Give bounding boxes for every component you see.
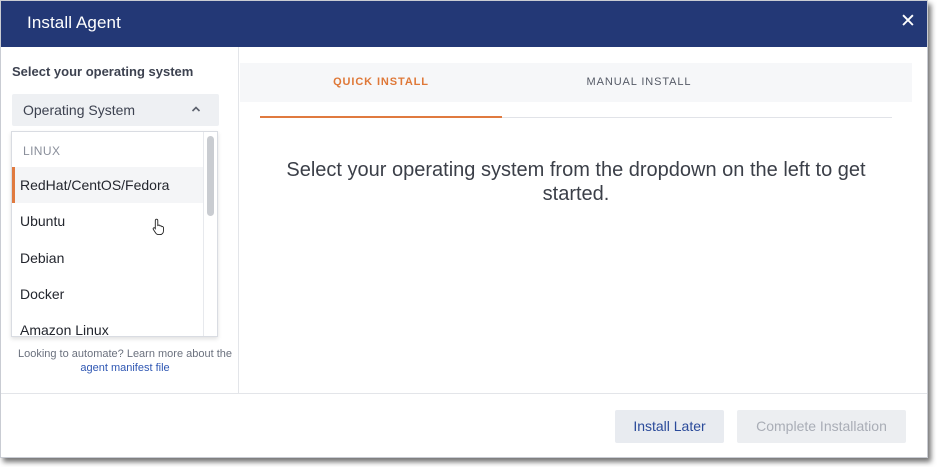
dropdown-option-ubuntu[interactable]: Ubuntu — [12, 203, 204, 239]
tab-manual-install[interactable]: MANUAL INSTALL — [518, 63, 760, 102]
install-tabs: QUICK INSTALL MANUAL INSTALL — [240, 63, 912, 118]
dropdown-scrollbar[interactable] — [203, 132, 217, 336]
hand-pointer-icon — [152, 218, 164, 236]
tab-quick-install[interactable]: QUICK INSTALL — [260, 63, 502, 102]
chevron-up-icon — [191, 106, 201, 112]
install-panel: QUICK INSTALL MANUAL INSTALL Select your… — [240, 47, 912, 393]
os-select-value: Operating System — [23, 102, 136, 118]
agent-manifest-link[interactable]: agent manifest file — [80, 362, 169, 374]
complete-installation-button[interactable]: Complete Installation — [737, 410, 906, 443]
install-agent-dialog: Install Agent ✕ Select your operating sy… — [0, 0, 928, 458]
tab-divider — [502, 117, 892, 118]
automate-text: Looking to automate? Learn more about th… — [17, 348, 233, 360]
dropdown-option-redhat[interactable]: RedHat/CentOS/Fedora — [12, 167, 204, 203]
os-dropdown-menu: LINUX RedHat/CentOS/Fedora Ubuntu Debian… — [11, 131, 218, 337]
dropdown-option-amazon-linux[interactable]: Amazon Linux — [12, 312, 204, 336]
automate-note: Looking to automate? Learn more about th… — [11, 347, 239, 375]
active-tab-indicator — [260, 116, 502, 118]
dialog-footer: Install Later Complete Installation — [1, 393, 927, 457]
dropdown-option-docker[interactable]: Docker — [12, 276, 204, 312]
close-icon[interactable]: ✕ — [897, 10, 919, 34]
dropdown-group-label: LINUX — [23, 144, 61, 158]
empty-state-message: Select your operating system from the dr… — [286, 159, 866, 205]
os-sidebar: Select your operating system Operating S… — [1, 47, 239, 393]
os-select-label: Select your operating system — [12, 64, 194, 79]
dropdown-scrollbar-thumb[interactable] — [207, 136, 214, 216]
dropdown-option-debian[interactable]: Debian — [12, 240, 204, 276]
install-later-button[interactable]: Install Later — [615, 410, 724, 443]
dialog-title: Install Agent — [27, 13, 121, 32]
dialog-header: Install Agent ✕ — [1, 1, 927, 47]
os-select[interactable]: Operating System — [12, 94, 219, 126]
